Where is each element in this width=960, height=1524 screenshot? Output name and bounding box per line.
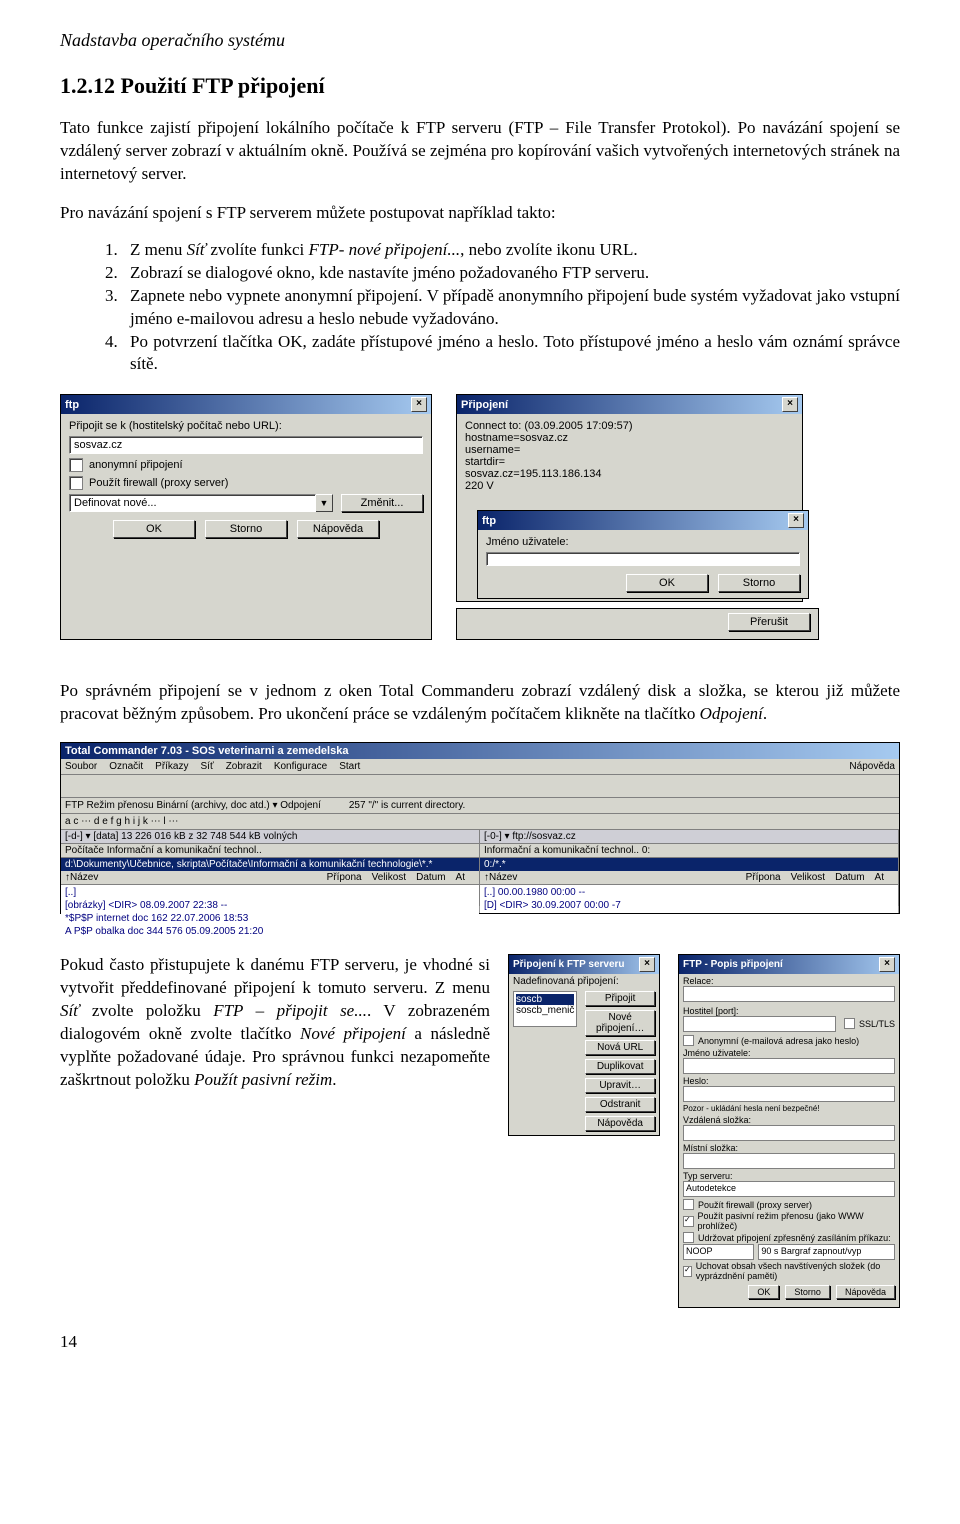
tc-right-panel: [-0-] ▾ ftp://sosvaz.cz Informační a kom… xyxy=(480,830,899,906)
help-button[interactable]: Nápověda xyxy=(585,1116,655,1131)
tc-drives-row: a c ⋯ d e f g h i j k ⋯ l ⋯ xyxy=(61,814,899,830)
tc-menu-show[interactable]: Zobrazit xyxy=(226,761,262,772)
close-icon[interactable]: × xyxy=(879,957,895,972)
tc-menubar: Soubor Označit Příkazy Síť Zobrazit Konf… xyxy=(61,759,899,775)
connection-dialog: Připojení × Connect to: (03.09.2005 17:0… xyxy=(456,394,803,602)
cache-checkbox[interactable]: Uchovat obsah všech navštívených složek … xyxy=(683,1261,895,1281)
firewall-combo[interactable]: Definovat nové... xyxy=(69,494,316,512)
paragraph-3: Po správném připojení se v jednom z oken… xyxy=(60,680,900,726)
tc-menu-file[interactable]: Soubor xyxy=(65,761,97,772)
paragraph-1: Tato funkce zajistí připojení lokálního … xyxy=(60,117,900,186)
session-input[interactable] xyxy=(683,986,895,1002)
tc-menu-help[interactable]: Nápověda xyxy=(849,761,895,772)
ftp-server-list-dialog: Připojení k FTP serveru × Nadefinovaná p… xyxy=(508,954,660,1136)
ftp-detail-dialog: FTP - Popis připojení × Relace: Hostitel… xyxy=(678,954,900,1308)
close-icon[interactable]: × xyxy=(782,397,798,412)
keepalive-checkbox[interactable]: Udržovat připojení zpřesněný zasíláním p… xyxy=(683,1232,895,1243)
step-2: Zobrazí se dialogové okno, kde nastavíte… xyxy=(122,262,900,285)
cancel-button[interactable]: Storno xyxy=(205,520,287,538)
ftp-dialog-title: ftp xyxy=(65,399,79,411)
new-connection-button[interactable]: Nové připojení… xyxy=(585,1010,655,1036)
anonymous-checkbox[interactable]: anonymní připojení xyxy=(69,458,423,472)
username-label: Jméno uživatele: xyxy=(486,536,800,548)
ftp-list[interactable]: soscb soscb_menič xyxy=(513,991,577,1027)
firewall-checkbox[interactable]: Použít firewall (proxy server) xyxy=(683,1199,895,1210)
password-input[interactable] xyxy=(683,1086,895,1102)
connect-button[interactable]: Připojit xyxy=(585,991,655,1006)
firewall-checkbox[interactable]: Použít firewall (proxy server) xyxy=(69,476,423,490)
host-input[interactable] xyxy=(683,1016,836,1032)
help-button[interactable]: Nápověda xyxy=(297,520,379,538)
tc-menu-commands[interactable]: Příkazy xyxy=(155,761,188,772)
tc-menu-config[interactable]: Konfigurace xyxy=(274,761,327,772)
remote-folder-input[interactable] xyxy=(683,1125,895,1141)
anonymous-checkbox[interactable]: Anonymní (e-mailová adresa jako heslo) xyxy=(683,1035,895,1046)
close-icon[interactable]: × xyxy=(788,513,804,528)
close-icon[interactable]: × xyxy=(639,957,655,972)
conn-dialog-title: Připojení xyxy=(461,399,508,411)
ftp-connect-dialog: ftp × Připojit se k (hostitelský počítač… xyxy=(60,394,432,640)
steps-list: Z menu Síť zvolíte funkci FTP- nové přip… xyxy=(60,239,900,377)
section-title: 1.2.12 Použití FTP připojení xyxy=(60,73,900,99)
page-header: Nadstavba operačního systému xyxy=(60,30,900,51)
paragraph-2: Pro navázání spojení s FTP serverem může… xyxy=(60,202,900,225)
total-commander-screenshot: Total Commander 7.03 - SOS veterinarni a… xyxy=(60,742,900,914)
server-type-combo[interactable]: Autodetekce xyxy=(683,1181,895,1197)
username-dialog: ftp × Jméno uživatele: OK Storno xyxy=(477,510,809,599)
new-url-button[interactable]: Nová URL xyxy=(585,1040,655,1055)
delete-button[interactable]: Odstranit xyxy=(585,1097,655,1112)
ok-button[interactable]: OK xyxy=(748,1285,779,1299)
ok-button[interactable]: OK xyxy=(113,520,195,538)
tc-left-panel: [-d-] ▾ [data] 13 226 016 kB z 32 748 54… xyxy=(61,830,480,906)
username-input[interactable] xyxy=(486,552,800,566)
local-folder-input[interactable] xyxy=(683,1153,895,1169)
ftp-host-input[interactable]: sosvaz.cz xyxy=(69,436,423,454)
cancel-button[interactable]: Storno xyxy=(785,1285,830,1299)
cancel-button[interactable]: Storno xyxy=(718,574,800,592)
page-number: 14 xyxy=(60,1332,900,1352)
change-button[interactable]: Změnit... xyxy=(341,494,423,512)
paragraph-4: Pokud často přistupujete k danému FTP se… xyxy=(60,954,490,1092)
passive-mode-checkbox[interactable]: Použít pasivní režim přenosu (jako WWW p… xyxy=(683,1211,895,1231)
step-3: Zapnete nebo vypnete anonymní připojení.… xyxy=(122,285,900,331)
chevron-down-icon[interactable]: ▼ xyxy=(316,494,333,512)
tc-menu-net[interactable]: Síť xyxy=(201,761,214,772)
tc-toolbar xyxy=(61,775,899,798)
connection-dialog-footer: Přerušit xyxy=(456,608,819,640)
help-button[interactable]: Nápověda xyxy=(836,1285,895,1299)
username-input[interactable] xyxy=(683,1058,895,1074)
ftp-host-label: Připojit se k (hostitelský počítač nebo … xyxy=(69,420,423,432)
close-icon[interactable]: × xyxy=(411,397,427,412)
step-1: Z menu Síť zvolíte funkci FTP- nové přip… xyxy=(122,239,900,262)
duplicate-button[interactable]: Duplikovat xyxy=(585,1059,655,1074)
edit-button[interactable]: Upravit… xyxy=(585,1078,655,1093)
tc-ftp-row: FTP Režim přenosu Binární (archivy, doc … xyxy=(61,798,899,814)
dialog-screenshots: ftp × Připojit se k (hostitelský počítač… xyxy=(60,394,900,640)
interrupt-button[interactable]: Přerušit xyxy=(728,613,810,631)
connection-dialog-stack: Připojení × Connect to: (03.09.2005 17:0… xyxy=(456,394,819,640)
tc-menu-start[interactable]: Start xyxy=(339,761,360,772)
step-4: Po potvrzení tlačítka OK, zadáte přístup… xyxy=(122,331,900,377)
tc-title: Total Commander 7.03 - SOS veterinarni a… xyxy=(61,743,899,759)
ok-button[interactable]: OK xyxy=(626,574,708,592)
tc-menu-mark[interactable]: Označit xyxy=(109,761,143,772)
